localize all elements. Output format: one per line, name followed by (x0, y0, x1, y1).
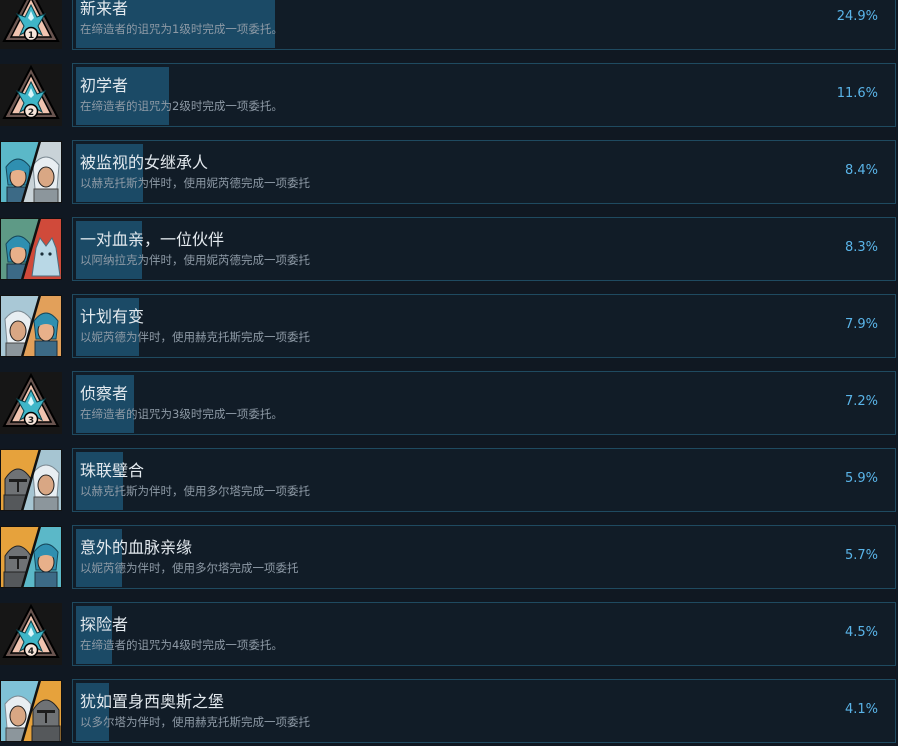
achievement-title: 意外的血脉亲缘 (80, 538, 193, 557)
achievement-description: 以赫克托斯为伴时，使用多尔塔完成一项委托 (80, 484, 310, 498)
achievement-card[interactable]: 珠联璧合以赫克托斯为伴时，使用多尔塔完成一项委托 5.9% (72, 448, 896, 512)
achievement-title: 新来者 (80, 0, 129, 18)
achievement-description: 以阿纳拉克为伴时，使用妮芮德完成一项委托 (80, 253, 310, 267)
hecktos-dorta-portrait-icon[interactable] (0, 680, 62, 742)
achievement-card[interactable]: 一对血亲，一位伙伴以阿纳拉克为伴时，使用妮芮德完成一项委托 8.3% (72, 217, 896, 281)
unlock-percentage: 5.9% (844, 471, 878, 486)
achievement-row[interactable]: 3 侦察者在缔造者的诅咒为3级时完成一项委托。 7.2% (0, 371, 898, 435)
achievement-title: 犹如置身西奥斯之堡 (80, 692, 225, 711)
achievement-row[interactable]: 犹如置身西奥斯之堡以多尔塔为伴时，使用赫克托斯完成一项委托 4.1% (0, 679, 898, 743)
achievement-row[interactable]: 被监视的女继承人以赫克托斯为伴时，使用妮芮德完成一项委托 8.4% (0, 140, 898, 204)
unlock-percentage: 24.9% (836, 9, 878, 24)
achievement-title: 探险者 (80, 615, 129, 634)
hecktos-nireid-portrait-icon[interactable] (0, 295, 62, 357)
svg-text:2: 2 (28, 108, 34, 118)
svg-text:3: 3 (28, 416, 34, 426)
curse-rank-1-icon[interactable]: 1 (0, 0, 62, 49)
curse-rank-2-icon[interactable]: 2 (0, 64, 62, 126)
achievement-card[interactable]: 犹如置身西奥斯之堡以多尔塔为伴时，使用赫克托斯完成一项委托 4.1% (72, 679, 896, 743)
unlock-percentage: 11.6% (836, 86, 878, 101)
unlock-percentage: 7.9% (844, 317, 878, 332)
achievement-description: 在缔造者的诅咒为2级时完成一项委托。 (80, 99, 283, 113)
achievement-description: 在缔造者的诅咒为4级时完成一项委托。 (80, 638, 283, 652)
achievement-description: 在缔造者的诅咒为1级时完成一项委托。 (80, 22, 283, 36)
svg-text:4: 4 (28, 647, 34, 657)
achievement-title: 一对血亲，一位伙伴 (80, 230, 225, 249)
nireid-hecktos-portrait-icon[interactable] (0, 141, 62, 203)
achievement-row[interactable]: 1 新来者在缔造者的诅咒为1级时完成一项委托。 24.9% (0, 0, 898, 50)
achievement-card[interactable]: 侦察者在缔造者的诅咒为3级时完成一项委托。 7.2% (72, 371, 896, 435)
unlock-percentage: 8.3% (844, 240, 878, 255)
achievement-card[interactable]: 初学者在缔造者的诅咒为2级时完成一项委托。 11.6% (72, 63, 896, 127)
unlock-percentage: 4.1% (844, 702, 878, 717)
dorta-nireid-portrait-icon[interactable] (0, 526, 62, 588)
unlock-percentage: 8.4% (844, 163, 878, 178)
achievement-card[interactable]: 被监视的女继承人以赫克托斯为伴时，使用妮芮德完成一项委托 8.4% (72, 140, 896, 204)
curse-rank-3-icon[interactable]: 3 (0, 372, 62, 434)
curse-rank-4-icon[interactable]: 4 (0, 603, 62, 665)
unlock-percentage: 7.2% (844, 394, 878, 409)
unlock-percentage: 5.7% (844, 548, 878, 563)
achievement-card[interactable]: 探险者在缔造者的诅咒为4级时完成一项委托。 4.5% (72, 602, 896, 666)
achievement-row[interactable]: 意外的血脉亲缘以妮芮德为伴时，使用多尔塔完成一项委托 5.7% (0, 525, 898, 589)
achievement-card[interactable]: 计划有变以妮芮德为伴时，使用赫克托斯完成一项委托 7.9% (72, 294, 896, 358)
achievement-card[interactable]: 新来者在缔造者的诅咒为1级时完成一项委托。 24.9% (72, 0, 896, 50)
achievement-description: 以赫克托斯为伴时，使用妮芮德完成一项委托 (80, 176, 310, 190)
dorta-hecktos-portrait-icon[interactable] (0, 449, 62, 511)
achievement-description: 以多尔塔为伴时，使用赫克托斯完成一项委托 (80, 715, 310, 729)
achievement-description: 在缔造者的诅咒为3级时完成一项委托。 (80, 407, 283, 421)
unlock-percentage: 4.5% (844, 625, 878, 640)
achievement-title: 被监视的女继承人 (80, 153, 209, 172)
achievement-row[interactable]: 一对血亲，一位伙伴以阿纳拉克为伴时，使用妮芮德完成一项委托 8.3% (0, 217, 898, 281)
achievement-title: 珠联璧合 (80, 461, 145, 480)
achievement-description: 以妮芮德为伴时，使用多尔塔完成一项委托 (80, 561, 299, 575)
achievement-description: 以妮芮德为伴时，使用赫克托斯完成一项委托 (80, 330, 310, 344)
achievement-row[interactable]: 4 探险者在缔造者的诅咒为4级时完成一项委托。 4.5% (0, 602, 898, 666)
nireid-anarak-portrait-icon[interactable] (0, 218, 62, 280)
achievement-title: 计划有变 (80, 307, 145, 326)
achievement-title: 初学者 (80, 76, 129, 95)
achievement-title: 侦察者 (80, 384, 129, 403)
achievement-row[interactable]: 珠联璧合以赫克托斯为伴时，使用多尔塔完成一项委托 5.9% (0, 448, 898, 512)
achievement-row[interactable]: 计划有变以妮芮德为伴时，使用赫克托斯完成一项委托 7.9% (0, 294, 898, 358)
achievement-card[interactable]: 意外的血脉亲缘以妮芮德为伴时，使用多尔塔完成一项委托 5.7% (72, 525, 896, 589)
achievement-list: 1 新来者在缔造者的诅咒为1级时完成一项委托。 24.9% 2 初学者在缔造者的诅咒为2… (0, 0, 898, 746)
achievement-row[interactable]: 2 初学者在缔造者的诅咒为2级时完成一项委托。 11.6% (0, 63, 898, 127)
svg-text:1: 1 (28, 31, 34, 41)
